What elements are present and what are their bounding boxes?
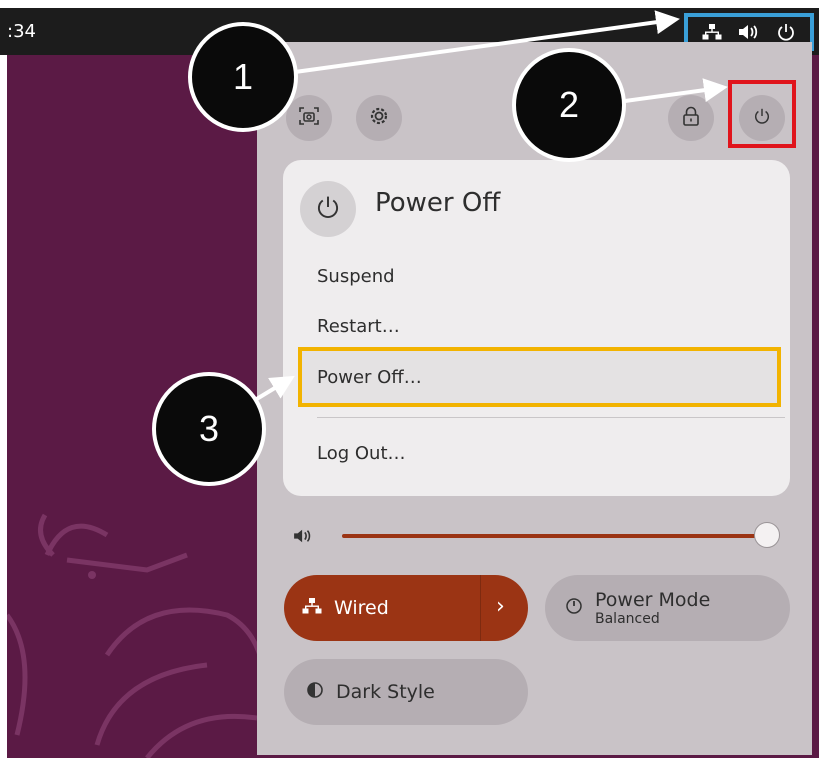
volume-icon: [292, 528, 314, 548]
menu-item-power-off[interactable]: Power Off…: [317, 367, 422, 388]
power-button-highlight-box: [728, 80, 796, 148]
volume-icon: [738, 23, 760, 41]
wired-toggle[interactable]: Wired: [284, 575, 528, 641]
power-menu-title: Power Off: [375, 188, 501, 218]
wired-divider: [480, 575, 481, 641]
lock-icon: [682, 106, 700, 130]
network-wired-icon: [702, 23, 722, 41]
power-mode-text: Power Mode Balanced: [595, 589, 710, 627]
dark-style-label: Dark Style: [336, 681, 435, 703]
power-icon: [776, 22, 796, 42]
settings-icon: [368, 105, 390, 131]
dark-style-toggle[interactable]: Dark Style: [284, 659, 528, 725]
volume-slider-handle[interactable]: [754, 522, 780, 548]
power-icon: [315, 194, 341, 224]
speedometer-icon: [565, 597, 583, 619]
callout-3: 3: [152, 372, 266, 486]
callout-2: 2: [512, 48, 626, 162]
power-mode-label: Power Mode: [595, 589, 711, 611]
power-menu-header-icon: [300, 181, 356, 237]
dark-style-icon: [306, 681, 324, 703]
settings-button[interactable]: [356, 95, 402, 141]
power-mode-toggle[interactable]: Power Mode Balanced: [545, 575, 790, 641]
power-mode-sublabel: Balanced: [595, 611, 660, 627]
screenshot-button[interactable]: [286, 95, 332, 141]
menu-separator: [317, 417, 785, 418]
menu-item-suspend[interactable]: Suspend: [317, 266, 395, 287]
network-wired-icon: [302, 597, 322, 619]
callout-1: 1: [188, 22, 298, 132]
volume-slider[interactable]: [342, 534, 768, 538]
screenshot-icon: [298, 106, 320, 130]
menu-item-log-out[interactable]: Log Out…: [317, 443, 406, 464]
clock[interactable]: :34: [7, 21, 36, 42]
lock-button[interactable]: [668, 95, 714, 141]
wired-expand-chevron[interactable]: ›: [496, 594, 505, 619]
menu-item-restart[interactable]: Restart…: [317, 316, 400, 337]
wired-label: Wired: [334, 597, 389, 619]
